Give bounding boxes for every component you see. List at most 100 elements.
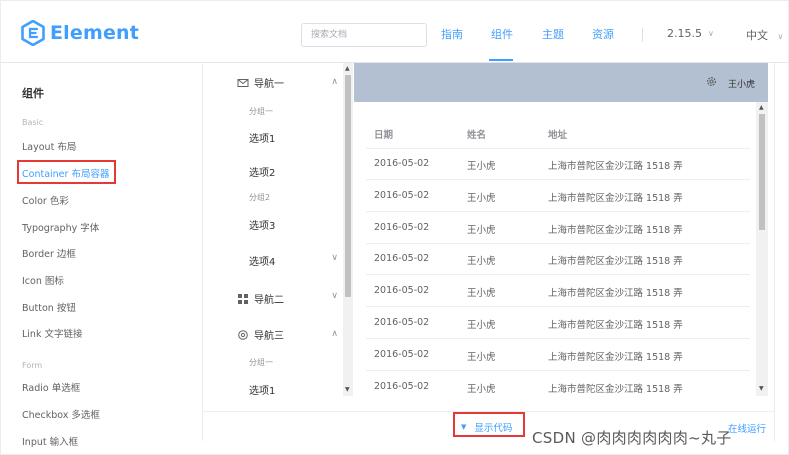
chevron-down-icon: ∨ [777,32,784,41]
nav-component[interactable]: 组件 [491,26,513,42]
nav-resource[interactable]: 资源 [592,26,614,42]
sidebar-item-layout[interactable]: Layout 布局 [22,139,76,153]
top-header: Element 指南 组件 主题 资源 2.15.5 ∨ 中文 ∨ [1,1,788,63]
highlight-box-show-code [453,412,525,437]
sidebar-item-color[interactable]: Color 色彩 [22,193,69,207]
cell-address: 上海市普陀区金沙江路 1518 弄 [548,351,683,363]
cell-name: 王小虎 [467,351,496,363]
scroll-down-arrow-icon[interactable]: ▼ [345,386,350,393]
table-scrollbar[interactable]: ▲ ▼ [756,102,768,396]
nav-guide[interactable]: 指南 [441,26,463,42]
sidebar-item-icon[interactable]: Icon 图标 [22,273,64,287]
language-select[interactable]: 中文 ∨ [746,27,783,43]
cell-date: 2016-05-02 [374,221,430,233]
component-sidebar: 组件 Basic Layout 布局 Container 布局容器 Color … [1,64,201,454]
nav-divider [642,28,643,42]
language-label: 中文 [746,29,768,42]
scrollbar-thumb[interactable] [759,114,765,230]
sidebar-group-form: Form [22,361,43,370]
header-user-name: 王小虎 [728,80,756,90]
chevron-up-icon: ∧ [331,77,338,87]
cell-address: 上海市普陀区金沙江路 1518 弄 [548,288,683,300]
row-divider [366,338,750,339]
cell-date: 2016-05-02 [374,317,430,328]
cell-name: 王小虎 [467,288,496,300]
cell-name: 王小虎 [467,383,496,395]
menu-nav3-label: 导航三 [254,331,284,342]
sidebar-item-checkbox[interactable]: Checkbox 多选框 [22,407,100,421]
cell-name: 王小虎 [467,256,496,268]
cell-date: 2016-05-02 [374,380,430,392]
cell-address: 上海市普陀区金沙江路 1518 弄 [548,224,683,236]
demo-block: 导航一 ∧ 分组一 选项1 选项2 分组2 选项3 选项4 ∨ 导航二 ∨ 导航… [202,63,775,441]
row-divider [366,242,750,244]
gear-icon[interactable] [706,76,717,87]
chevron-down-icon: ∨ [708,29,714,38]
cell-address: 上海市普陀区金沙江路 1518 弄 [548,320,683,331]
version-label: 2.15.5 [667,27,702,40]
cell-date: 2016-05-02 [374,189,430,201]
sidebar-item-input[interactable]: Input 输入框 [22,434,78,448]
menu-scrollbar[interactable]: ▲ ▼ [343,63,353,396]
row-divider [366,148,750,149]
nav-theme[interactable]: 主题 [542,26,564,42]
cell-address: 上海市普陀区金沙江路 1518 弄 [548,192,683,204]
aside-menu: 导航一 ∧ 分组一 选项1 选项2 分组2 选项3 选项4 ∨ 导航二 ∨ 导航… [219,63,353,396]
cell-address: 上海市普陀区金沙江路 1518 弄 [548,161,683,172]
element-logo-icon [21,20,45,46]
app-frame: Element 指南 组件 主题 资源 2.15.5 ∨ 中文 ∨ 组件 Bas… [0,0,789,455]
menu-item-option2[interactable]: 选项2 [249,164,275,179]
cell-date: 2016-05-02 [374,158,430,169]
version-select[interactable]: 2.15.5 ∨ [667,27,714,40]
menu-item-option1[interactable]: 选项1 [249,130,275,145]
row-divider [366,369,750,371]
online-run-button[interactable]: 在线运行 [728,421,766,435]
container-main: 王小虎 日期 姓名 地址 2016-05-02 王小虎 上海市普陀区金沙江路 151… [354,63,768,396]
menu-nav1-label: 导航一 [254,79,284,90]
column-header-name: 姓名 [467,130,487,141]
menu-item-option1[interactable]: 选项1 [249,382,275,396]
highlight-box-container [17,160,116,184]
scroll-up-arrow-icon[interactable]: ▲ [759,104,764,111]
scrollbar-thumb[interactable] [345,75,351,297]
sidebar-item-link[interactable]: Link 文字链接 [22,326,82,340]
column-header-address: 地址 [548,130,568,141]
menu-nav1[interactable]: 导航一 [237,75,284,90]
cell-name: 王小虎 [467,224,496,236]
sidebar-item-border[interactable]: Border 边框 [22,246,76,260]
cell-name: 王小虎 [467,192,496,204]
cell-name: 王小虎 [467,320,496,331]
chevron-down-icon: ∨ [331,253,338,263]
active-nav-indicator [489,59,513,61]
menu-nav2-label: 导航二 [254,295,284,306]
sidebar-item-radio[interactable]: Radio 单选框 [22,380,80,394]
message-icon [237,78,249,87]
menu-nav2[interactable]: 导航二 [237,291,284,306]
menu-group: 分组一 [249,358,273,367]
sidebar-item-typography[interactable]: Typography 字体 [22,220,99,234]
menu-item-option3[interactable]: 选项3 [249,217,275,232]
sidebar-title: 组件 [22,87,44,100]
menu-group: 分组2 [249,193,271,202]
cell-address: 上海市普陀区金沙江路 1518 弄 [548,256,683,268]
cell-date: 2016-05-02 [374,348,430,360]
menu-group: 分组一 [249,107,273,116]
cell-date: 2016-05-02 [374,253,430,265]
search-input[interactable] [301,23,427,47]
sidebar-group-basic: Basic [22,118,44,127]
chevron-up-icon: ∧ [331,329,338,339]
row-divider [366,179,750,180]
logo[interactable]: Element [21,20,139,46]
chevron-down-icon: ∨ [331,291,338,301]
sidebar-item-button[interactable]: Button 按钮 [22,300,76,314]
scroll-down-arrow-icon[interactable]: ▼ [759,385,764,392]
row-divider [366,274,750,276]
cell-address: 上海市普陀区金沙江路 1518 弄 [548,383,683,395]
container-header: 王小虎 [354,63,768,102]
menu-nav3[interactable]: 导航三 [237,327,284,342]
scroll-up-arrow-icon[interactable]: ▲ [345,65,350,72]
logo-text: Element [50,22,140,44]
menu-grid-icon [238,293,248,304]
row-divider [366,306,750,308]
menu-item-option4[interactable]: 选项4 [249,253,275,268]
